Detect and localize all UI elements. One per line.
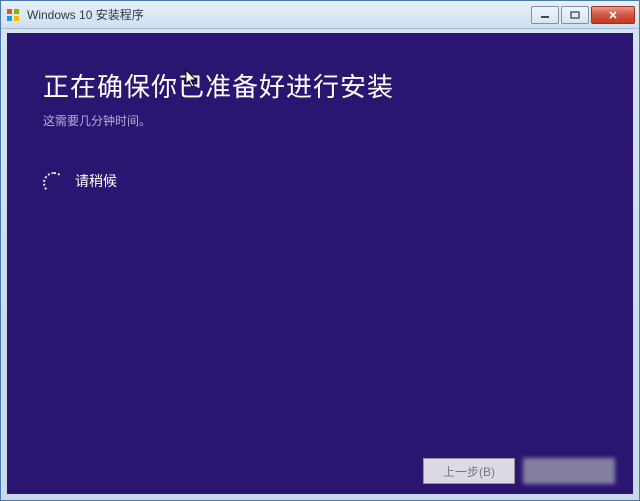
page-subtext: 这需要几分钟时间。 — [43, 112, 597, 129]
progress-row: 请稍候 — [43, 171, 597, 191]
back-button[interactable]: 上一步(B) — [423, 458, 515, 484]
content-area: 正在确保你已准备好进行安装 这需要几分钟时间。 请稍候 上一步(B) — [7, 33, 633, 494]
loading-spinner-icon — [43, 172, 61, 190]
installer-window: Windows 10 安装程序 正在确保你已准备好进行安装 这需要几分钟时间。 … — [0, 0, 640, 501]
close-button[interactable] — [591, 6, 635, 24]
wait-label: 请稍候 — [75, 171, 117, 191]
next-button-placeholder — [523, 458, 615, 484]
footer-bar: 上一步(B) — [7, 448, 633, 494]
page-heading: 正在确保你已准备好进行安装 — [43, 67, 597, 104]
maximize-button[interactable] — [561, 6, 589, 24]
window-controls — [531, 6, 635, 24]
app-icon — [5, 7, 21, 23]
minimize-button[interactable] — [531, 6, 559, 24]
window-title: Windows 10 安装程序 — [27, 6, 531, 23]
titlebar[interactable]: Windows 10 安装程序 — [1, 1, 639, 29]
